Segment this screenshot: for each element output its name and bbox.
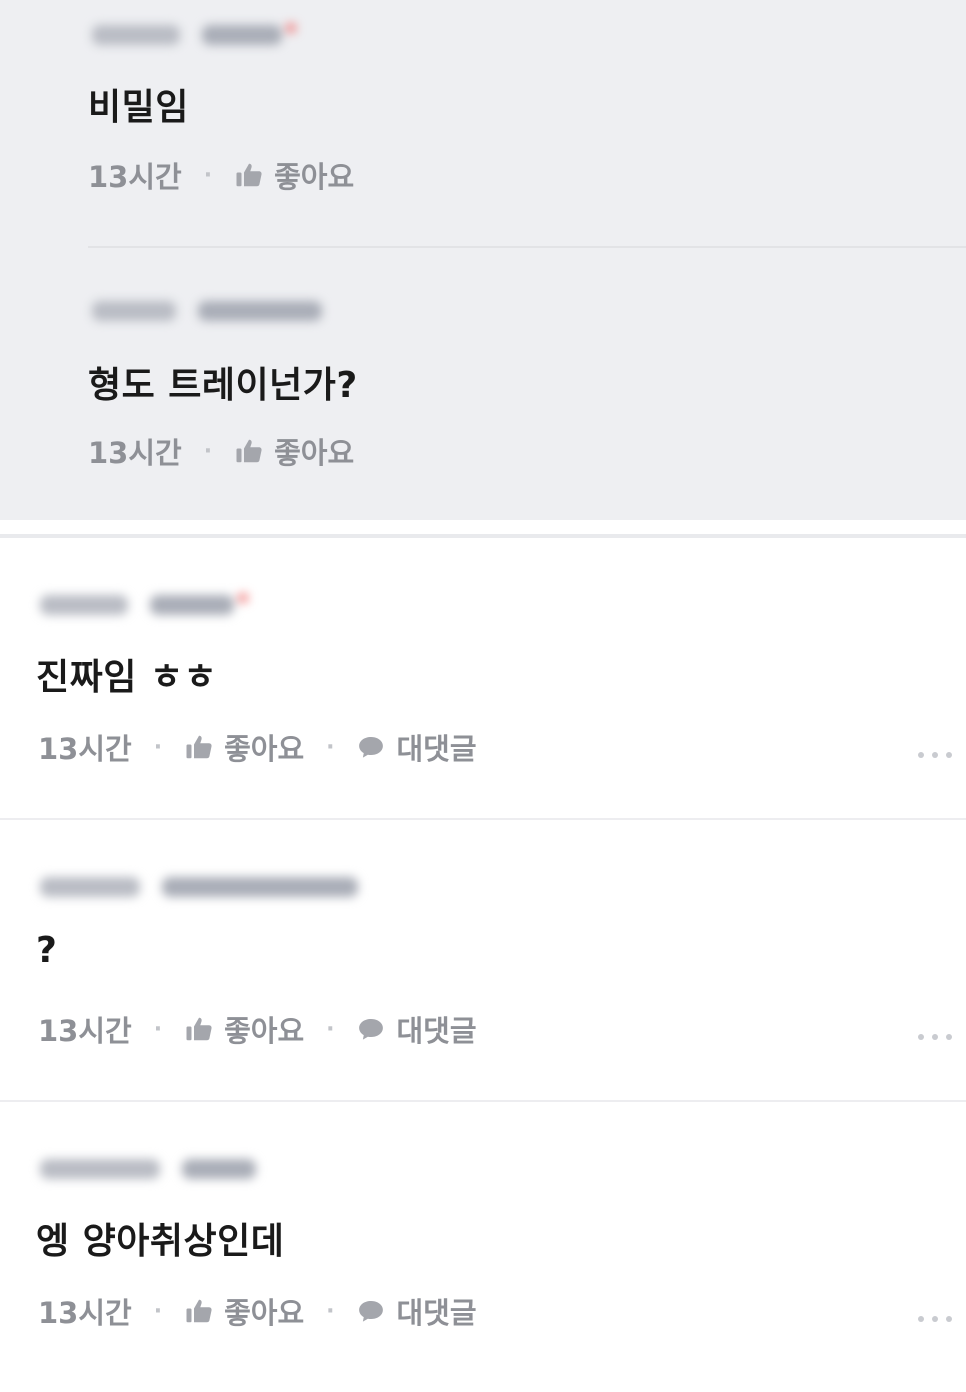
comment-author-blurred[interactable] [40,874,358,900]
reply-label: 대댓글 [396,732,477,766]
thumbs-up-icon [236,163,262,187]
comment-author-blurred[interactable] [40,1156,256,1182]
like-label: 좋아요 [224,1296,305,1330]
comment-meta: 13시간 · 좋아요 · 대댓글 [38,1290,477,1332]
separator-dot: · [203,438,213,464]
speech-bubble-icon [359,1019,384,1040]
comment-item: 진짜임 ㅎㅎ 13시간 · 좋아요 · 대댓글 [0,538,966,820]
thumbs-up-icon [236,439,262,463]
thumbs-up-icon [186,1017,212,1041]
reply-label: 대댓글 [396,1296,477,1330]
like-button[interactable]: 좋아요 [184,1290,304,1332]
more-dots-icon [918,1034,924,1040]
reply-author-blurred[interactable] [92,22,296,48]
thumbs-up-icon [186,735,212,759]
reply-item: 형도 트레이넌가? 13시간 · 좋아요 [88,246,966,470]
separator-dot: · [326,1298,335,1324]
speech-bubble-icon [359,1301,384,1322]
reply-button[interactable]: 대댓글 [356,1008,477,1050]
comment-item: 엥 양아취상인데 13시간 · 좋아요 · 대댓글 [0,1102,966,1392]
more-dots-icon [918,1316,924,1322]
like-button[interactable]: 좋아요 [234,430,354,472]
reply-thread: 비밀임 13시간 · 좋아요 형도 트레이넌가? 13시간 · 좋아요 [0,0,966,520]
comment-text: 엥 양아취상인데 [36,1221,285,1262]
speech-bubble-icon [359,737,384,758]
like-label: 좋아요 [224,732,305,766]
comment-time: 13시간 [38,1014,132,1048]
comment-list: 진짜임 ㅎㅎ 13시간 · 좋아요 · 대댓글 ? 13시간 · 좋아요 · 대… [0,538,966,1392]
more-options-button[interactable] [918,1316,952,1322]
section-gap [0,520,966,534]
comment-time: 13시간 [38,1296,132,1330]
separator-dot: · [326,1016,335,1042]
comment-author-blurred[interactable] [40,592,248,618]
separator-dot: · [326,734,335,760]
like-label: 좋아요 [274,160,355,194]
like-label: 좋아요 [224,1014,305,1048]
reply-button[interactable]: 대댓글 [356,726,477,768]
thumbs-up-icon [186,1299,212,1323]
comment-meta: 13시간 · 좋아요 · 대댓글 [38,726,477,768]
comment-time: 13시간 [38,732,132,766]
reply-label: 대댓글 [396,1014,477,1048]
reply-meta: 13시간 · 좋아요 [88,154,354,196]
more-options-button[interactable] [918,752,952,758]
separator-dot: · [153,734,163,760]
reply-text: 비밀임 [88,87,189,128]
comment-item: ? 13시간 · 좋아요 · 대댓글 [0,820,966,1102]
separator-dot: · [153,1016,163,1042]
reply-button[interactable]: 대댓글 [356,1290,477,1332]
comment-text: ? [36,930,58,971]
more-options-button[interactable] [918,1034,952,1040]
comment-text: 진짜임 ㅎㅎ [36,657,218,698]
reply-text: 형도 트레이넌가? [88,365,358,406]
reply-time: 13시간 [88,160,182,194]
separator-dot: · [153,1298,163,1324]
comment-meta: 13시간 · 좋아요 · 대댓글 [38,1008,477,1050]
like-label: 좋아요 [274,436,355,470]
like-button[interactable]: 좋아요 [234,154,354,196]
separator-dot: · [203,162,213,188]
reply-meta: 13시간 · 좋아요 [88,430,354,472]
reply-time: 13시간 [88,436,182,470]
reply-author-blurred[interactable] [92,298,322,324]
like-button[interactable]: 좋아요 [184,726,304,768]
more-dots-icon [918,752,924,758]
like-button[interactable]: 좋아요 [184,1008,304,1050]
